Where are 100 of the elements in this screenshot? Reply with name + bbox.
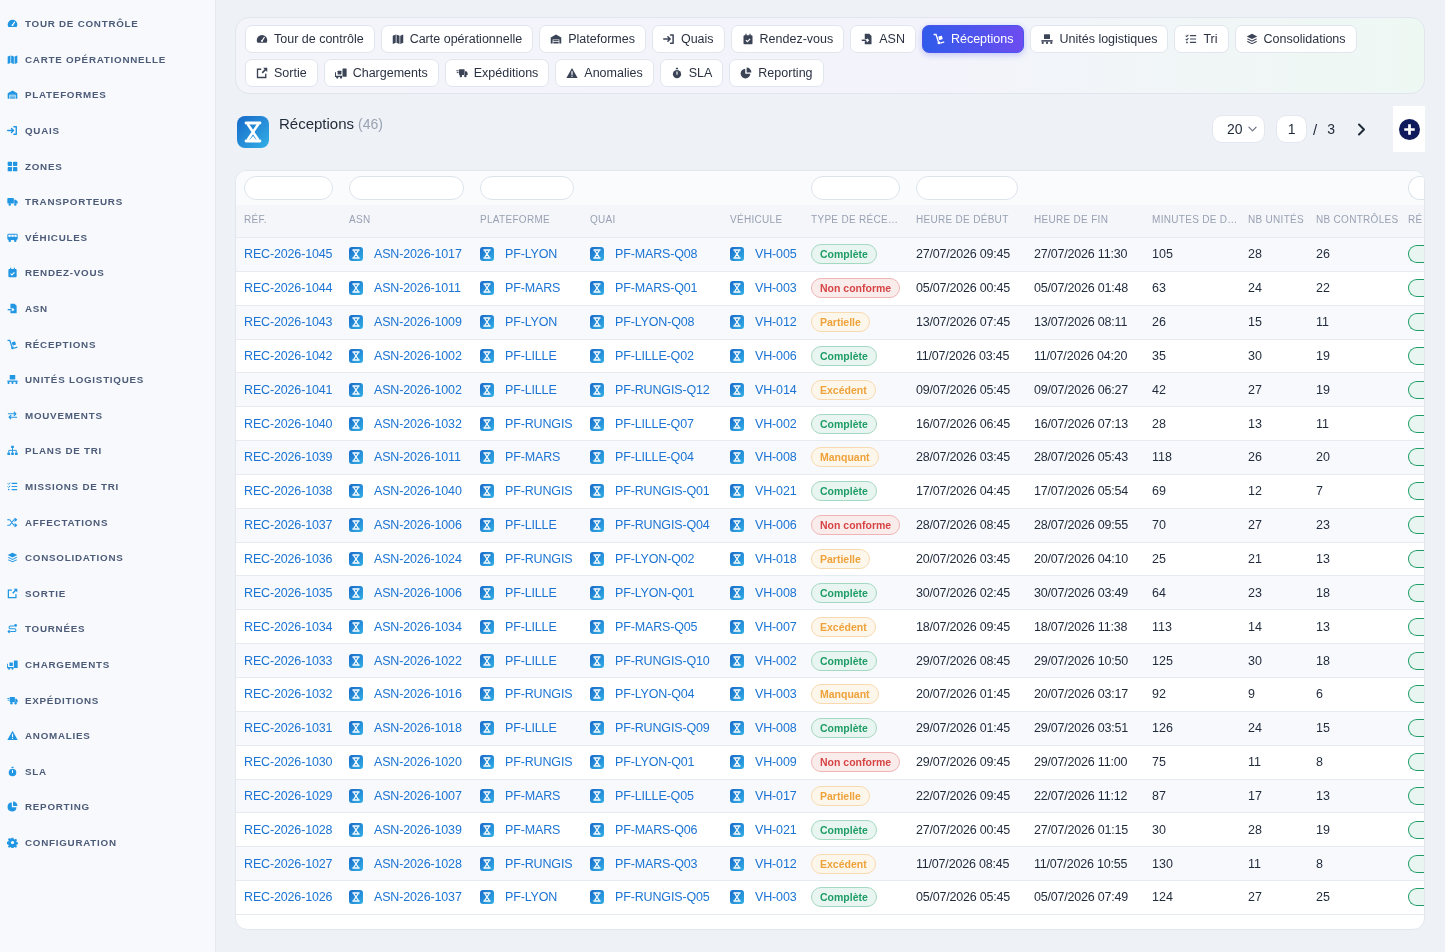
tab[interactable]: Carte opérationnelle bbox=[380, 25, 534, 53]
tab[interactable]: ASN bbox=[850, 25, 916, 53]
asn-link[interactable]: ASN-2026-1020 bbox=[374, 755, 462, 770]
asn-link[interactable]: ASN-2026-1032 bbox=[374, 416, 462, 431]
reception-link[interactable]: REC-2026-1044 bbox=[244, 281, 333, 296]
sidebar-item[interactable]: EXPÉDITIONS bbox=[0, 682, 215, 718]
sidebar-item[interactable]: MISSIONS DE TRI bbox=[0, 468, 215, 505]
tab[interactable]: Chargements bbox=[323, 59, 439, 87]
dock-link[interactable]: PF-MARS-Q01 bbox=[615, 281, 698, 296]
tab[interactable]: SLA bbox=[659, 59, 724, 87]
reception-link[interactable]: REC-2026-1040 bbox=[244, 416, 333, 431]
vehicle-link[interactable]: VH-002 bbox=[755, 416, 797, 431]
tab[interactable]: Reporting bbox=[729, 59, 824, 87]
tab[interactable]: Anomalies bbox=[555, 59, 654, 87]
sidebar-item[interactable]: CHARGEMENTS bbox=[0, 646, 215, 683]
vehicle-link[interactable]: VH-003 bbox=[755, 687, 797, 702]
sidebar-item[interactable]: CONFIGURATION bbox=[0, 824, 215, 861]
sidebar-item[interactable]: RENDEZ-VOUS bbox=[0, 255, 215, 291]
dock-link[interactable]: PF-RUNGIS-Q01 bbox=[615, 484, 710, 499]
reception-link[interactable]: REC-2026-1030 bbox=[244, 755, 333, 770]
sidebar-item[interactable]: TRANSPORTEURS bbox=[0, 183, 215, 220]
sidebar-item[interactable]: REPORTING bbox=[0, 789, 215, 825]
sidebar-item[interactable]: MOUVEMENTS bbox=[0, 397, 215, 434]
sidebar-item[interactable]: SORTIE bbox=[0, 575, 215, 612]
filter-field[interactable] bbox=[916, 176, 1018, 200]
asn-link[interactable]: ASN-2026-1040 bbox=[374, 484, 462, 499]
dock-link[interactable]: PF-LYON-Q04 bbox=[615, 687, 695, 702]
dock-link[interactable]: PF-MARS-Q06 bbox=[615, 822, 698, 837]
tab[interactable]: Tri bbox=[1174, 25, 1229, 53]
asn-link[interactable]: ASN-2026-1002 bbox=[374, 348, 462, 363]
reception-link[interactable]: REC-2026-1026 bbox=[244, 890, 333, 905]
platform-link[interactable]: PF-LYON bbox=[505, 890, 558, 905]
dock-link[interactable]: PF-LYON-Q02 bbox=[615, 552, 695, 566]
reception-link[interactable]: REC-2026-1032 bbox=[244, 687, 333, 702]
platform-link[interactable]: PF-RUNGIS bbox=[505, 484, 573, 499]
next-page-button[interactable] bbox=[1357, 122, 1366, 136]
tab[interactable]: Plateformes bbox=[539, 25, 646, 53]
sidebar-item[interactable]: TOURNÉES bbox=[0, 611, 215, 647]
platform-link[interactable]: PF-RUNGIS bbox=[505, 755, 573, 770]
dock-link[interactable]: PF-RUNGIS-Q05 bbox=[615, 890, 710, 905]
tab[interactable]: Réceptions bbox=[921, 25, 1025, 53]
platform-link[interactable]: PF-RUNGIS bbox=[505, 416, 573, 431]
sidebar-item[interactable]: ANOMALIES bbox=[0, 717, 215, 754]
dock-link[interactable]: PF-MARS-Q05 bbox=[615, 619, 698, 634]
filter-field[interactable] bbox=[349, 176, 464, 200]
reception-link[interactable]: REC-2026-1036 bbox=[244, 552, 333, 566]
sidebar-item[interactable]: UNITÉS LOGISTIQUES bbox=[0, 361, 215, 398]
tab[interactable]: Expéditions bbox=[444, 59, 550, 87]
sidebar-item[interactable]: CARTE OPÉRATIONNELLE bbox=[0, 41, 215, 78]
sidebar-item[interactable]: CONSOLIDATIONS bbox=[0, 539, 215, 576]
vehicle-link[interactable]: VH-003 bbox=[755, 890, 797, 905]
sidebar-item[interactable]: QUAIS bbox=[0, 112, 215, 149]
dock-link[interactable]: PF-LYON-Q01 bbox=[615, 755, 695, 770]
filter-field[interactable] bbox=[480, 176, 574, 200]
tab[interactable]: Unités logistiques bbox=[1030, 25, 1169, 53]
asn-link[interactable]: ASN-2026-1034 bbox=[374, 619, 462, 634]
asn-link[interactable]: ASN-2026-1039 bbox=[374, 822, 462, 837]
sidebar-item[interactable]: ZONES bbox=[0, 148, 215, 184]
vehicle-link[interactable]: VH-021 bbox=[755, 484, 797, 499]
vehicle-link[interactable]: VH-018 bbox=[755, 552, 797, 566]
asn-link[interactable]: ASN-2026-1016 bbox=[374, 687, 462, 702]
filter-field[interactable] bbox=[244, 176, 333, 200]
filter-field[interactable] bbox=[1408, 176, 1424, 200]
platform-link[interactable]: PF-RUNGIS bbox=[505, 552, 573, 566]
asn-link[interactable]: ASN-2026-1024 bbox=[374, 552, 462, 566]
tab[interactable]: Sortie bbox=[245, 59, 318, 87]
sidebar-item[interactable]: PLANS DE TRI bbox=[0, 433, 215, 469]
filter-field[interactable] bbox=[811, 176, 900, 200]
sidebar-item[interactable]: SLA bbox=[0, 753, 215, 790]
tab[interactable]: Consolidations bbox=[1234, 25, 1357, 53]
asn-link[interactable]: ASN-2026-1011 bbox=[374, 281, 461, 296]
platform-link[interactable]: PF-LILLE bbox=[505, 348, 557, 363]
dock-link[interactable]: PF-LILLE-Q07 bbox=[615, 416, 694, 431]
sidebar-item[interactable]: AFFECTATIONS bbox=[0, 504, 215, 540]
platform-link[interactable]: PF-LILLE bbox=[505, 619, 557, 634]
platform-link[interactable]: PF-MARS bbox=[505, 281, 561, 296]
page-size-select[interactable]: 20 bbox=[1212, 115, 1266, 143]
tab[interactable]: Quais bbox=[651, 25, 725, 53]
reception-link[interactable]: REC-2026-1042 bbox=[244, 348, 333, 363]
vehicle-link[interactable]: VH-006 bbox=[755, 348, 797, 363]
vehicle-link[interactable]: VH-003 bbox=[755, 281, 797, 296]
reception-link[interactable]: REC-2026-1028 bbox=[244, 822, 333, 837]
vehicle-link[interactable]: VH-007 bbox=[755, 619, 797, 634]
vehicle-link[interactable]: VH-021 bbox=[755, 822, 797, 837]
add-button[interactable] bbox=[1393, 106, 1425, 152]
platform-link[interactable]: PF-MARS bbox=[505, 822, 561, 837]
reception-link[interactable]: REC-2026-1038 bbox=[244, 484, 333, 499]
asn-link[interactable]: ASN-2026-1037 bbox=[374, 890, 462, 905]
tab[interactable]: Tour de contrôle bbox=[245, 25, 375, 53]
dock-link[interactable]: PF-LILLE-Q02 bbox=[615, 348, 694, 363]
tab[interactable]: Rendez-vous bbox=[730, 25, 845, 53]
sidebar-item[interactable]: ASN bbox=[0, 290, 215, 327]
sidebar-item[interactable]: RÉCEPTIONS bbox=[0, 326, 215, 362]
sidebar-item[interactable]: PLATEFORMES bbox=[0, 77, 215, 113]
vehicle-link[interactable]: VH-009 bbox=[755, 755, 797, 770]
page-input[interactable]: 1 bbox=[1276, 115, 1308, 143]
platform-link[interactable]: PF-RUNGIS bbox=[505, 687, 573, 702]
sidebar-item[interactable]: VÉHICULES bbox=[0, 219, 215, 256]
reception-link[interactable]: REC-2026-1034 bbox=[244, 619, 333, 634]
sidebar-item[interactable]: TOUR DE CONTRÔLE bbox=[0, 6, 215, 42]
